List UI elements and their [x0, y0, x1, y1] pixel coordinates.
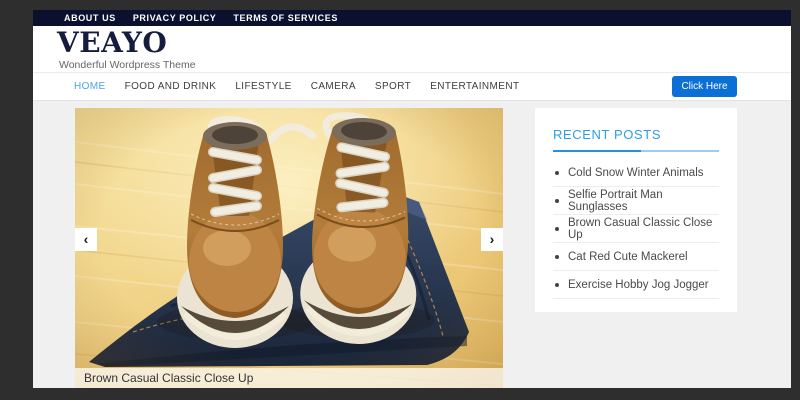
recent-post-item: Cold Snow Winter Animals	[553, 159, 719, 187]
recent-posts-title: RECENT POSTS	[553, 127, 719, 142]
main-content: ‹ › Brown Casual Classic Close Up RECENT…	[33, 100, 791, 388]
topbar-link-privacy-policy[interactable]: PRIVACY POLICY	[133, 13, 217, 23]
nav-item-food-and-drink[interactable]: FOOD AND DRINK	[125, 81, 217, 92]
nav-item-lifestyle[interactable]: LIFESTYLE	[235, 81, 291, 92]
site-logo[interactable]: VEAYO	[57, 26, 167, 59]
bullet-icon	[555, 255, 559, 259]
nav-item-sport[interactable]: SPORT	[375, 81, 411, 92]
slider-next-button[interactable]: ›	[481, 228, 503, 251]
topbar-link-terms-of-services[interactable]: TERMS OF SERVICES	[233, 13, 338, 23]
recent-post-item: Selfie Portrait Man Sunglasses	[553, 187, 719, 215]
sidebar-recent-posts: RECENT POSTS Cold Snow Winter Animals Se…	[535, 108, 737, 312]
nav-item-camera[interactable]: CAMERA	[311, 81, 356, 92]
recent-post-item: Exercise Hobby Jog Jogger	[553, 271, 719, 299]
recent-post-item: Brown Casual Classic Close Up	[553, 215, 719, 243]
bullet-icon	[555, 171, 559, 175]
site-tagline: Wonderful Wordpress Theme	[59, 59, 196, 71]
cta-button[interactable]: Click Here	[672, 76, 737, 97]
recent-post-link[interactable]: Brown Casual Classic Close Up	[568, 217, 719, 241]
slider[interactable]: ‹ › Brown Casual Classic Close Up	[75, 108, 503, 388]
slider-prev-button[interactable]: ‹	[75, 228, 97, 251]
nav-item-home[interactable]: HOME	[74, 81, 106, 92]
nav-item-entertainment[interactable]: ENTERTAINMENT	[430, 81, 519, 92]
recent-post-link[interactable]: Cat Red Cute Mackerel	[568, 251, 688, 263]
recent-post-link[interactable]: Cold Snow Winter Animals	[568, 167, 704, 179]
recent-posts-list: Cold Snow Winter Animals Selfie Portrait…	[553, 159, 719, 299]
bullet-icon	[555, 283, 559, 287]
recent-posts-title-rule	[553, 150, 719, 152]
recent-post-link[interactable]: Selfie Portrait Man Sunglasses	[568, 189, 719, 213]
slider-caption: Brown Casual Classic Close Up	[75, 368, 503, 388]
site-header: VEAYO Wonderful Wordpress Theme	[33, 26, 791, 72]
recent-post-link[interactable]: Exercise Hobby Jog Jogger	[568, 279, 709, 291]
topbar-link-about-us[interactable]: ABOUT US	[64, 13, 116, 23]
slide-photo-shoes-on-jeans	[75, 108, 503, 388]
topbar: ABOUT US PRIVACY POLICY TERMS OF SERVICE…	[33, 10, 791, 26]
main-nav: HOME FOOD AND DRINK LIFESTYLE CAMERA SPO…	[33, 72, 791, 100]
bullet-icon	[555, 227, 559, 231]
bullet-icon	[555, 199, 559, 203]
chevron-right-icon: ›	[490, 231, 495, 247]
site-page: ABOUT US PRIVACY POLICY TERMS OF SERVICE…	[33, 10, 791, 388]
recent-post-item: Cat Red Cute Mackerel	[553, 243, 719, 271]
chevron-left-icon: ‹	[84, 231, 89, 247]
